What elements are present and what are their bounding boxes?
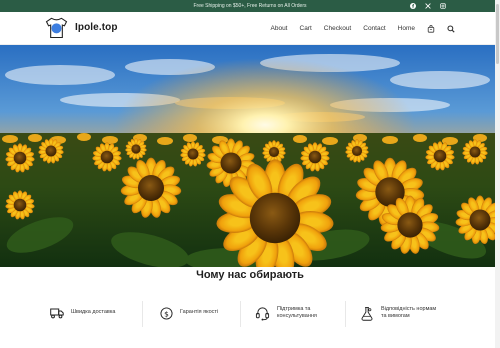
features-row: Швидка доставка $ Гарантія якості Підтри… (0, 293, 500, 333)
nav-contact[interactable]: Contact (363, 25, 385, 32)
feature-support: Підтримка та консультування (255, 293, 317, 333)
feature-label: Відповідність нормам та вимогам (381, 305, 437, 320)
page-scrollbar[interactable] (495, 0, 500, 348)
logo-tshirt-icon (45, 17, 68, 39)
flask-icon (361, 306, 373, 321)
nav-cart[interactable]: Cart (300, 25, 312, 32)
headset-icon (255, 306, 270, 321)
promo-bar: Free Shipping on $50+, Free Returns on A… (0, 0, 500, 12)
facebook-icon[interactable] (410, 3, 416, 9)
nav-home[interactable]: Home (398, 25, 415, 32)
instagram-icon[interactable] (440, 3, 446, 9)
nav-about[interactable]: About (271, 25, 288, 32)
x-icon[interactable] (425, 3, 431, 9)
feature-label: Швидка доставка (71, 309, 116, 316)
nav-checkout[interactable]: Checkout (324, 25, 351, 32)
site-header: Ipole.top About Cart Checkout Contact Ho… (0, 12, 500, 45)
hero-image (0, 45, 500, 267)
feature-label: Гарантія якості (180, 309, 219, 316)
brand-name: Ipole.top (75, 22, 118, 33)
divider (240, 301, 241, 327)
social-links (410, 0, 446, 12)
section-title: Чому нас обирають (196, 269, 304, 281)
truck-icon (50, 308, 64, 319)
main-nav: About Cart Checkout Contact Home (259, 12, 456, 45)
feature-compliance: Відповідність нормам та вимогам (360, 293, 436, 333)
sunflower-field-image (0, 45, 500, 267)
svg-text:$: $ (164, 309, 169, 318)
search-icon[interactable] (447, 24, 455, 33)
feature-fast-delivery: Швидка доставка (50, 293, 115, 333)
bag-icon[interactable] (427, 24, 435, 33)
divider (345, 301, 346, 327)
feature-quality: $ Гарантія якості (160, 293, 218, 333)
site-logo[interactable]: Ipole.top (44, 15, 118, 40)
coin-icon: $ (160, 306, 173, 320)
divider (142, 301, 143, 327)
scrollbar-thumb[interactable] (496, 4, 499, 64)
feature-label: Підтримка та консультування (277, 305, 317, 320)
